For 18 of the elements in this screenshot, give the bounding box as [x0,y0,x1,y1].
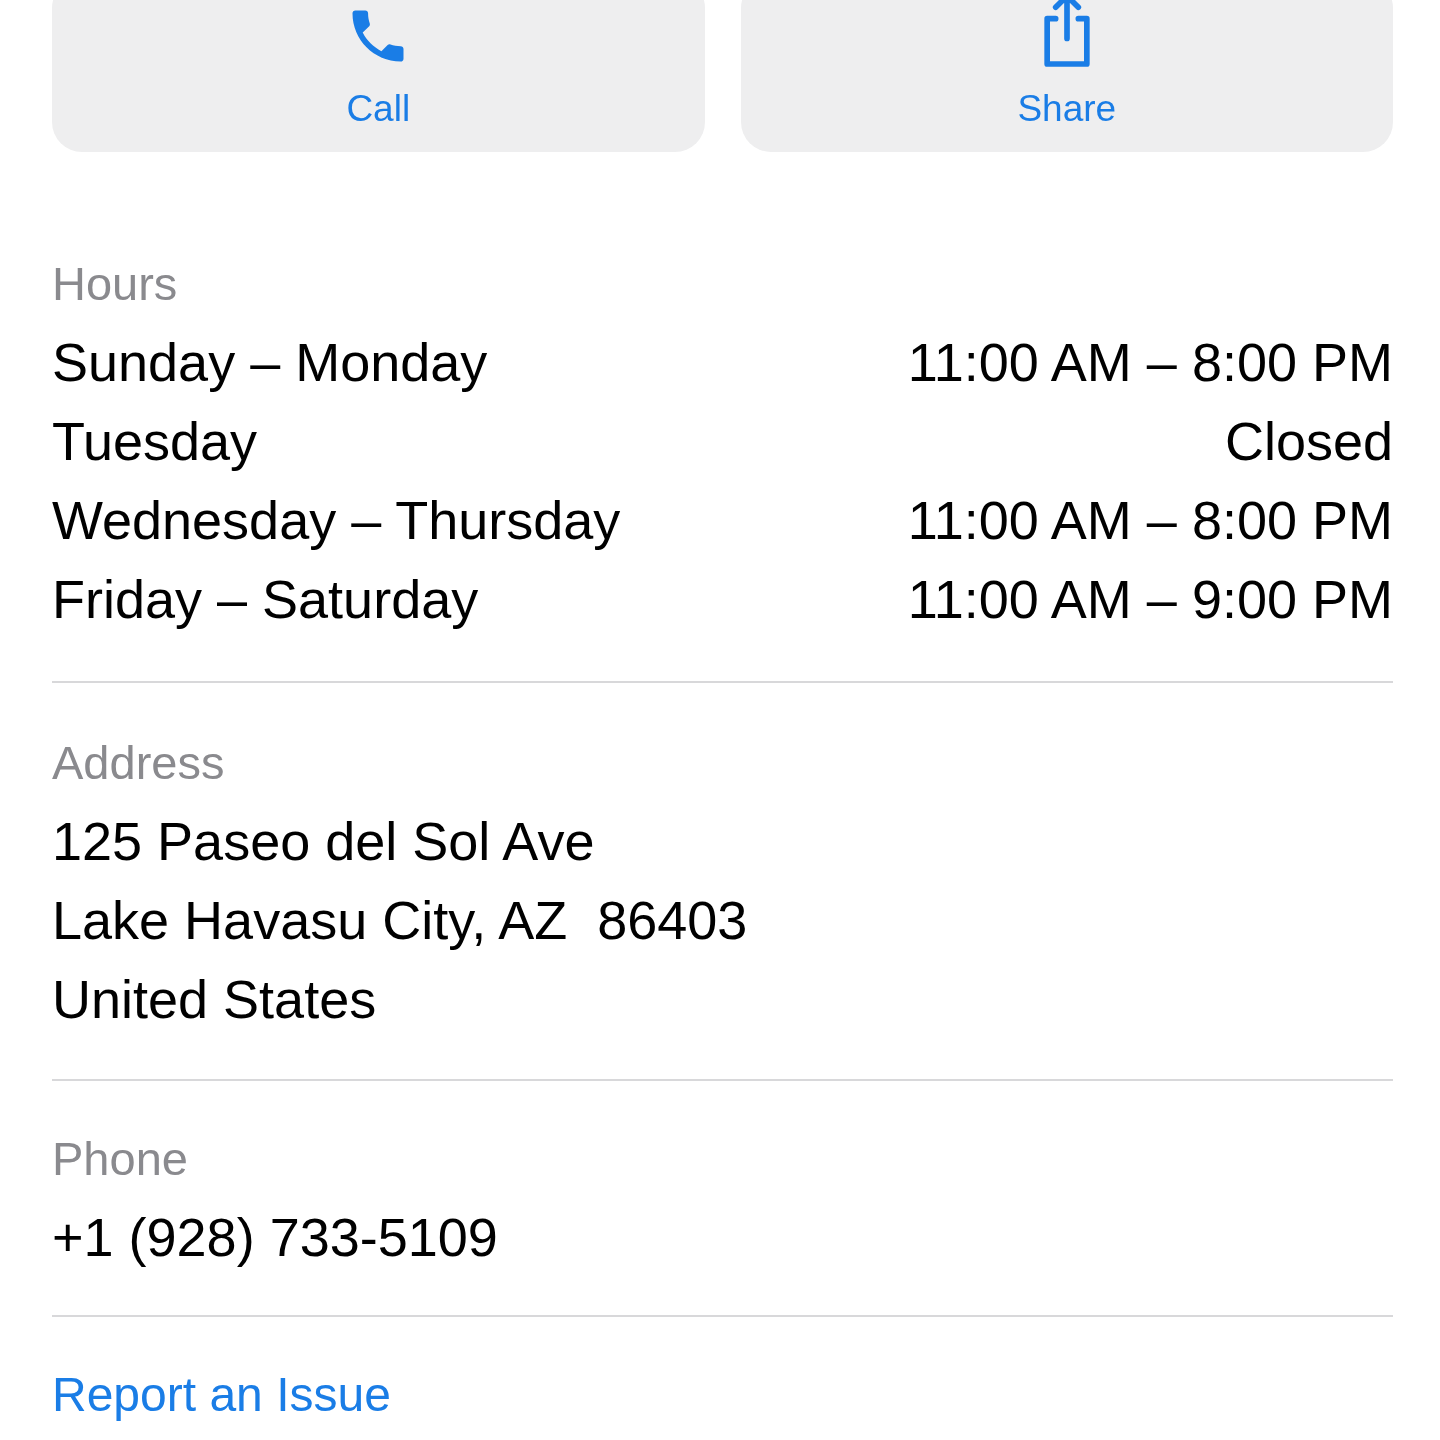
report-issue-link[interactable]: Report an Issue [52,1355,391,1434]
days-text: Friday – Saturday [52,568,479,631]
days-text: Wednesday – Thursday [52,489,621,552]
section-label: Address [52,735,226,791]
days-text: Sunday – Monday [52,331,488,394]
days-text: Tuesday [52,410,258,473]
phone-number: +1 (928) 733-5109 [52,1206,499,1269]
section-label: Hours [52,256,179,312]
hours-text: Closed [1224,410,1393,473]
address-line: United States [52,968,378,1031]
hours-text: 11:00 AM – 8:00 PM [907,489,1393,552]
address-line: Lake Havasu City, AZ 86403 [52,889,749,952]
call-button[interactable]: Call [52,0,705,152]
share-button[interactable]: Share [740,0,1393,152]
section-label: Phone [52,1131,189,1187]
hours-text: 11:00 AM – 8:00 PM [907,331,1393,394]
address-line: 125 Paseo del Sol Ave [52,810,596,873]
hours-text: 11:00 AM – 9:00 PM [907,568,1393,631]
